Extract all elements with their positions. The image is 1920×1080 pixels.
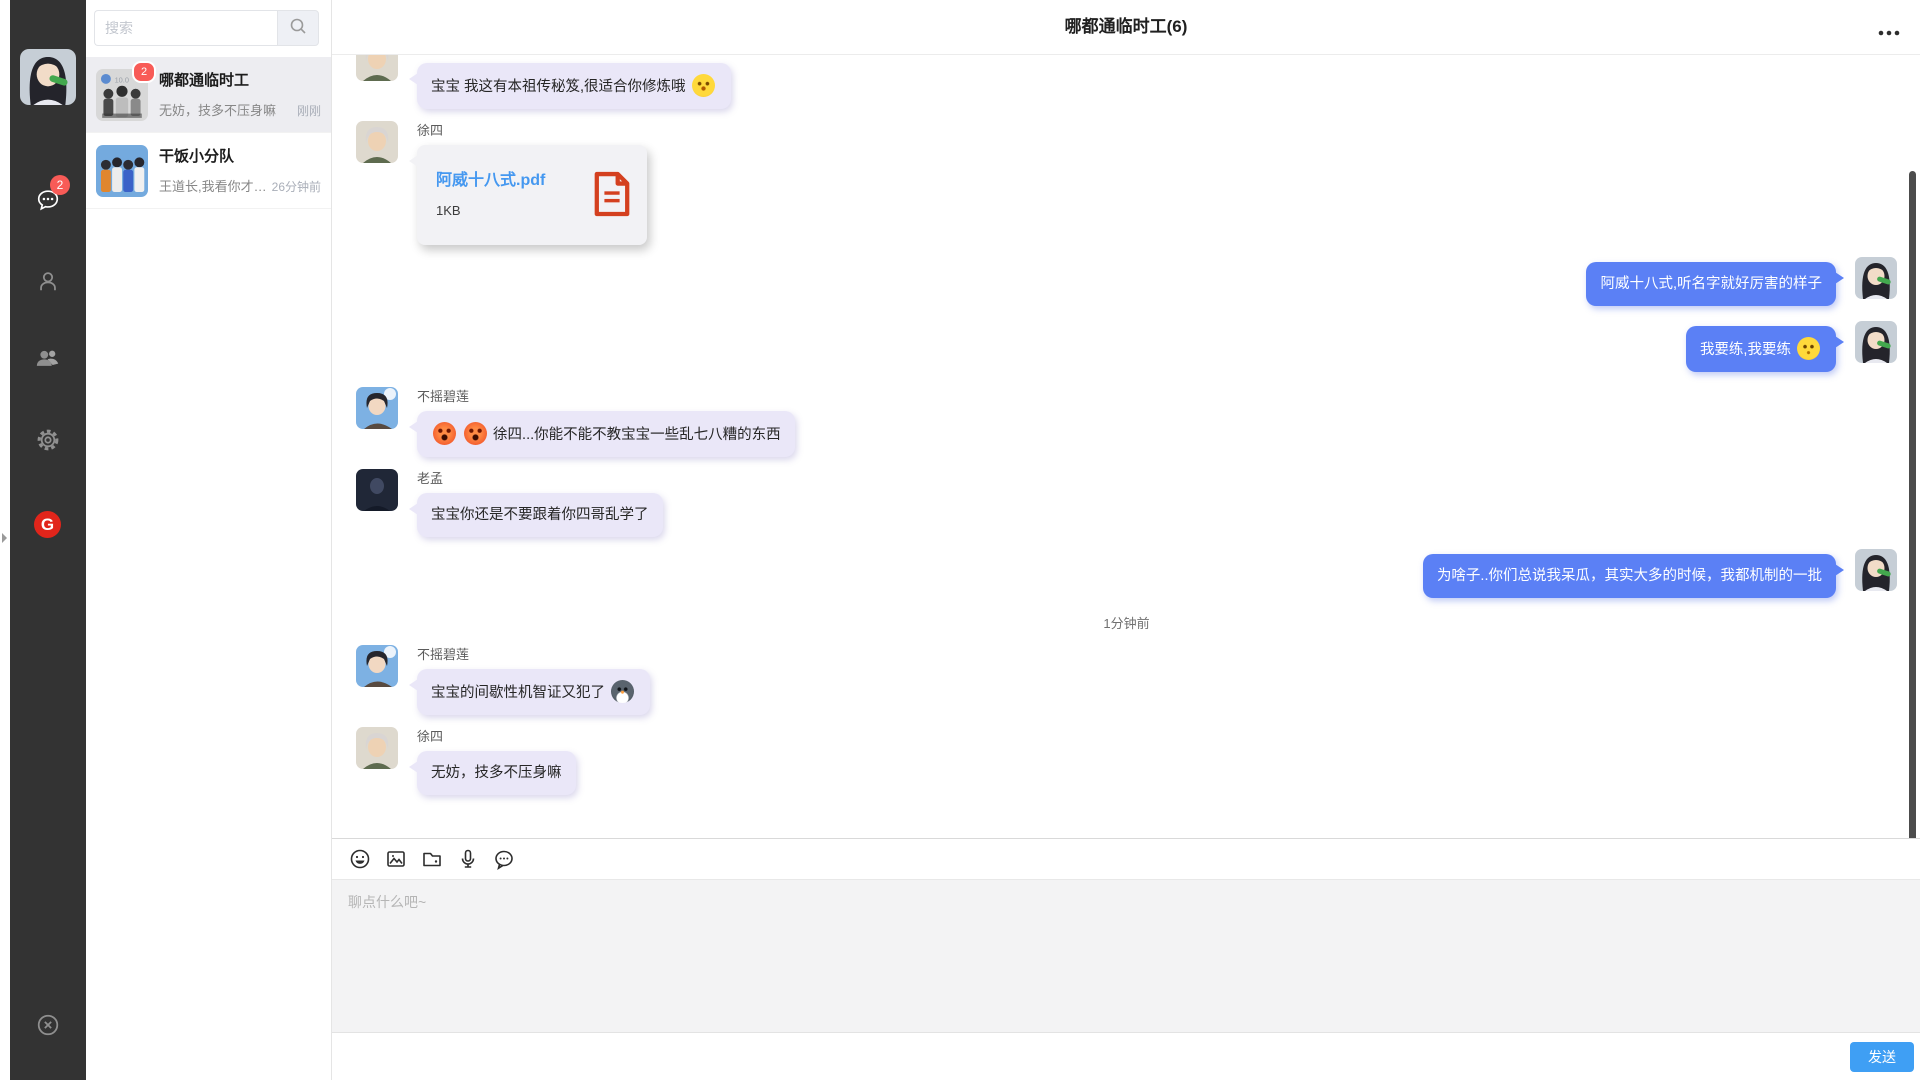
conversation-title: 哪都通临时工(6) xyxy=(332,0,1920,54)
chat-item-preview: 无妨，技多不压身嘛 xyxy=(159,100,292,119)
user-avatar[interactable] xyxy=(20,49,76,105)
voice-mic-icon[interactable] xyxy=(457,848,479,870)
svg-text:10.0: 10.0 xyxy=(115,76,129,85)
chat-app-window: 2 G 10.02哪都通临时工无妨，技多不压身嘛刚刚干饭小分队王 xyxy=(0,0,1920,1080)
file-folder-icon[interactable] xyxy=(421,848,443,870)
chat-list: 10.02哪都通临时工无妨，技多不压身嘛刚刚干饭小分队王道长,我看你才… 26分钟… xyxy=(86,57,331,209)
message-bubble: 无妨，技多不压身嘛 xyxy=(417,751,576,795)
message: 阿威十八式,听名字就好厉害的样子 xyxy=(356,257,1897,306)
avatar-biyaolian[interactable] xyxy=(356,645,398,687)
g-app-logo[interactable]: G xyxy=(34,511,61,538)
file-name: 阿威十八式.pdf xyxy=(436,166,586,190)
time-divider: 1分钟前 xyxy=(356,613,1897,632)
rage-emoji xyxy=(433,422,456,445)
sidebar-rail: 2 G xyxy=(10,0,86,1080)
collapse-handle-icon[interactable] xyxy=(1,531,8,549)
message-bubble: 宝宝你还是不要跟着你四哥乱学了 xyxy=(417,493,663,537)
chat-nav-icon[interactable]: 2 xyxy=(35,187,61,213)
pdf-file-icon xyxy=(593,170,631,218)
chat-list-item[interactable]: 10.02哪都通临时工无妨，技多不压身嘛刚刚 xyxy=(86,57,331,133)
message: 我要练,我要练 xyxy=(356,321,1897,372)
close-circle-icon[interactable] xyxy=(35,1012,61,1038)
message: 徐四阿威十八式.pdf1KB xyxy=(356,121,1897,245)
composer: 发送 xyxy=(332,838,1920,1080)
chat-list-item[interactable]: 干饭小分队王道长,我看你才… 26分钟前 xyxy=(86,133,331,209)
avatar-xusi[interactable] xyxy=(356,121,398,163)
avatar-baobao[interactable] xyxy=(1855,321,1897,363)
hug-emoji xyxy=(692,74,715,97)
message: 宝宝 我这有本祖传秘笈,很适合你修炼哦 xyxy=(356,55,1897,109)
search-input[interactable] xyxy=(94,10,277,46)
scrollbar-thumb[interactable] xyxy=(1909,171,1916,866)
message-input[interactable] xyxy=(332,880,1920,1032)
sender-name: 不摇碧莲 xyxy=(417,645,650,664)
composer-toolbar xyxy=(332,839,1920,879)
conversation-panel: 哪都通临时工(6) 宝宝 我这有本祖传秘笈,很适合你修炼哦 徐四阿威十八式.pd… xyxy=(332,0,1920,1080)
unread-badge: 2 xyxy=(132,61,156,83)
message-bubble: 阿威十八式,听名字就好厉害的样子 xyxy=(1586,262,1836,306)
file-message-card[interactable]: 阿威十八式.pdf1KB xyxy=(417,145,647,245)
avatar-biyaolian[interactable] xyxy=(356,387,398,429)
melt-emoji xyxy=(1797,337,1820,360)
emoji-picker-icon[interactable] xyxy=(349,848,371,870)
message-bubble: 为啥子..你们总说我呆瓜，其实大多的时候，我都机制的一批 xyxy=(1423,554,1836,598)
chat-item-preview: 王道长,我看你才… xyxy=(159,176,267,195)
sender-name: 老孟 xyxy=(417,469,663,488)
conversation-header: 哪都通临时工(6) xyxy=(332,0,1920,55)
chat-item-title: 干饭小分队 xyxy=(159,147,321,167)
send-row: 发送 xyxy=(332,1032,1920,1080)
avatar-xusi[interactable] xyxy=(356,55,398,81)
avatar-baobao[interactable] xyxy=(1855,257,1897,299)
chat-history-icon[interactable] xyxy=(493,848,515,870)
message-editor xyxy=(332,879,1920,1032)
sender-name: 徐四 xyxy=(417,121,647,140)
message-bubble: 宝宝 我这有本祖传秘笈,很适合你修炼哦 xyxy=(417,63,731,109)
settings-gear-icon[interactable] xyxy=(35,427,61,453)
sender-name xyxy=(417,55,731,58)
chat-unread-badge: 2 xyxy=(50,175,70,195)
avatar-baobao[interactable] xyxy=(1855,549,1897,591)
chat-item-title: 哪都通临时工 xyxy=(159,71,321,91)
chat-list-panel: 10.02哪都通临时工无妨，技多不压身嘛刚刚干饭小分队王道长,我看你才… 26分钟… xyxy=(86,0,332,1080)
search-icon xyxy=(288,16,308,41)
message: 为啥子..你们总说我呆瓜，其实大多的时候，我都机制的一批 xyxy=(356,549,1897,598)
avatar-xusi[interactable] xyxy=(356,727,398,769)
message-bubble: 宝宝的间歇性机智证又犯了 xyxy=(417,669,650,715)
penguin-emoji xyxy=(611,680,634,703)
message-list: 宝宝 我这有本祖传秘笈,很适合你修炼哦 徐四阿威十八式.pdf1KB阿威十八式,… xyxy=(332,55,1920,838)
avatar-laomeng[interactable] xyxy=(356,469,398,511)
search-bar xyxy=(94,10,319,46)
rage-emoji xyxy=(464,422,487,445)
sender-name: 徐四 xyxy=(417,727,576,746)
message-bubble: 徐四...你能不能不教宝宝一些乱七八糟的东西 xyxy=(417,411,795,457)
message-bubble: 我要练,我要练 xyxy=(1686,326,1836,372)
groups-nav-icon[interactable] xyxy=(35,345,61,371)
send-button[interactable]: 发送 xyxy=(1850,1042,1914,1072)
chat-item-time: 刚刚 xyxy=(297,102,321,119)
message: 不摇碧莲 徐四...你能不能不教宝宝一些乱七八糟的东西 xyxy=(356,387,1897,457)
chat-item-time: 26分钟前 xyxy=(272,178,321,195)
sender-name: 不摇碧莲 xyxy=(417,387,795,406)
contacts-nav-icon[interactable] xyxy=(35,268,61,294)
more-menu-icon[interactable] xyxy=(1878,24,1902,32)
image-upload-icon[interactable] xyxy=(385,848,407,870)
message: 徐四无妨，技多不压身嘛 xyxy=(356,727,1897,795)
message: 不摇碧莲宝宝的间歇性机智证又犯了 xyxy=(356,645,1897,715)
message: 老孟宝宝你还是不要跟着你四哥乱学了 xyxy=(356,469,1897,537)
search-button[interactable] xyxy=(277,10,319,46)
avatar-group2 xyxy=(96,145,148,197)
